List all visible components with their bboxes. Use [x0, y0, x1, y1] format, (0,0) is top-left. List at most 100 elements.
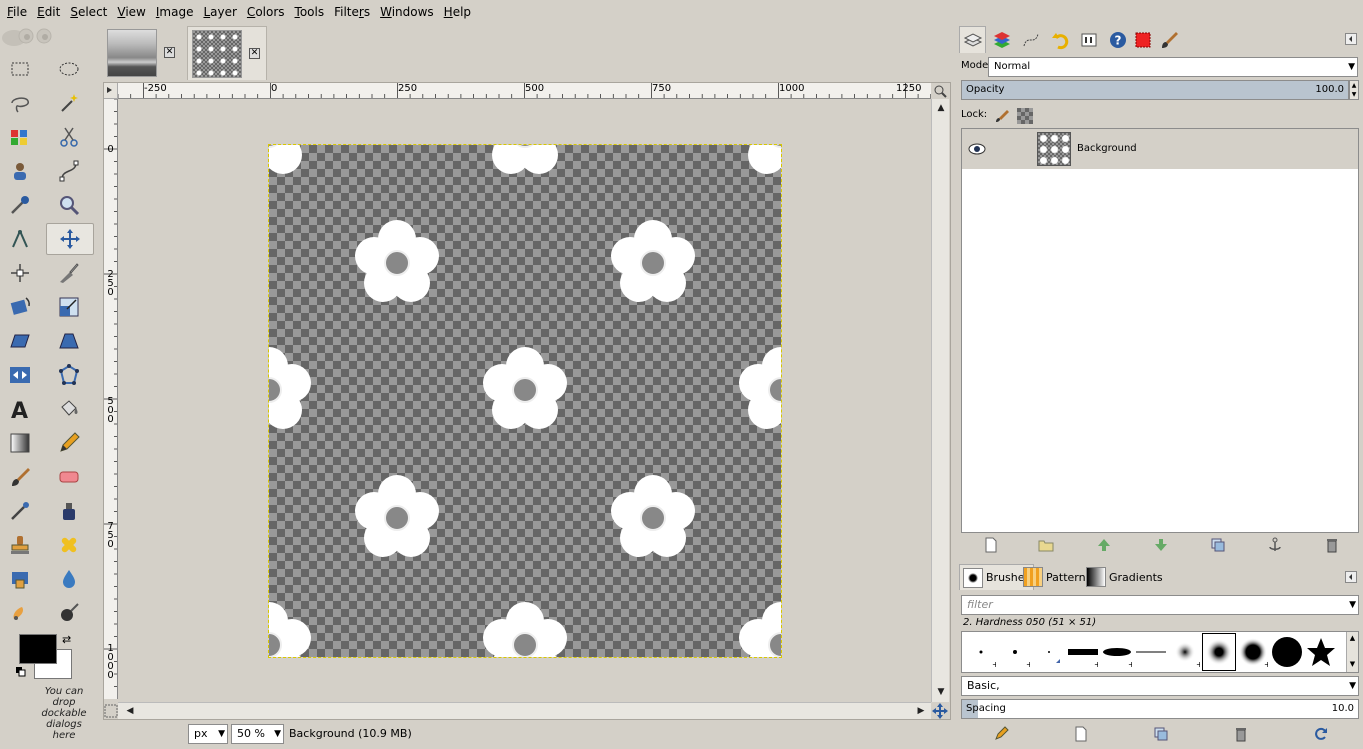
scissors-select-tool[interactable] [53, 121, 85, 153]
scroll-right-arrow[interactable]: ▶ [913, 703, 929, 719]
brush-filter-input[interactable]: filter ▼ [961, 595, 1359, 615]
brush-cell[interactable]: + [998, 633, 1032, 671]
scroll-down-arrow[interactable]: ▼ [933, 684, 949, 700]
menu-image[interactable]: Image [151, 0, 199, 24]
layers-list[interactable]: Background [961, 128, 1359, 533]
eraser-tool[interactable] [53, 461, 85, 493]
heal-tool[interactable] [53, 529, 85, 561]
close-tab-2-icon[interactable]: ✕ [249, 48, 260, 59]
reset-colors-icon[interactable] [16, 667, 26, 677]
brush-cell[interactable] [1134, 633, 1168, 671]
fuzzy-select-tool[interactable] [53, 87, 85, 119]
spacing-slider[interactable]: Spacing 10.0 [961, 699, 1359, 719]
menu-windows[interactable]: Windows [375, 0, 439, 24]
menu-tools[interactable]: Tools [290, 0, 330, 24]
dock-menu-icon[interactable] [1345, 33, 1357, 45]
image-canvas[interactable] [268, 144, 782, 658]
menu-filters[interactable]: Filters [329, 0, 375, 24]
scroll-up-arrow[interactable]: ▲ [933, 100, 949, 116]
ruler-corner-menu[interactable] [104, 83, 118, 99]
brush-cell[interactable] [1270, 633, 1304, 671]
delete-layer-icon[interactable] [1324, 537, 1340, 553]
image-tab-1[interactable]: ✕ [103, 26, 183, 80]
tab-undo-history[interactable] [1046, 26, 1073, 53]
unit-combo[interactable]: px ▼ [188, 724, 228, 744]
brush-cell[interactable] [1304, 633, 1338, 671]
horizontal-scrollbar[interactable]: ◀ ▶ [118, 702, 931, 719]
perspective-clone-tool[interactable] [4, 563, 36, 595]
lock-alpha-checker-icon[interactable] [1017, 108, 1033, 124]
airbrush-tool[interactable] [4, 495, 36, 527]
tab-tool-options[interactable] [1154, 26, 1181, 53]
brush-cell[interactable]: + [1100, 633, 1134, 671]
pencil-tool[interactable] [53, 427, 85, 459]
brush-cell[interactable]: + [1236, 633, 1270, 671]
free-select-tool[interactable] [4, 87, 36, 119]
brush-cell[interactable] [1032, 633, 1066, 671]
quick-mask-toggle[interactable] [104, 704, 118, 718]
foreground-select-tool[interactable] [4, 155, 36, 187]
vertical-scrollbar[interactable]: ▲ ▼ [931, 99, 949, 702]
shear-tool[interactable] [4, 325, 36, 357]
horizontal-ruler[interactable]: -250 0 250 500 750 1000 1250 [118, 83, 931, 99]
duplicate-layer-icon[interactable] [1210, 537, 1226, 553]
dock-menu-icon[interactable] [1345, 571, 1357, 583]
brush-cell[interactable]: + [964, 633, 998, 671]
opacity-spin-buttons[interactable]: ▲ ▼ [1349, 80, 1359, 100]
alignment-tool[interactable] [4, 257, 36, 289]
flip-tool[interactable] [4, 359, 36, 391]
brush-cell[interactable]: + [1168, 633, 1202, 671]
smudge-tool[interactable] [4, 597, 36, 629]
measure-tool[interactable] [4, 223, 36, 255]
bucket-fill-tool[interactable] [53, 393, 85, 425]
ellipse-select-tool[interactable] [53, 53, 85, 85]
zoom-image-when-window-resized-button[interactable] [933, 84, 947, 98]
brush-cell[interactable]: + [1066, 633, 1100, 671]
menu-layer[interactable]: Layer [198, 0, 241, 24]
delete-brush-icon[interactable] [1233, 726, 1249, 742]
image-tab-2[interactable]: ✕ [187, 26, 267, 80]
clone-tool[interactable] [4, 529, 36, 561]
tab-gradients[interactable]: Gradients [1083, 564, 1166, 590]
new-brush-icon[interactable] [1073, 726, 1089, 742]
paintbrush-tool[interactable] [4, 461, 36, 493]
anchor-layer-icon[interactable] [1267, 537, 1283, 553]
lower-layer-icon[interactable] [1153, 537, 1169, 553]
rect-select-tool[interactable] [4, 53, 36, 85]
lock-pixels-brush-icon[interactable] [993, 108, 1009, 124]
select-by-color-tool[interactable] [4, 121, 36, 153]
layer-row[interactable]: Background [962, 129, 1358, 169]
brush-cell-selected[interactable] [1202, 633, 1236, 671]
move-tool[interactable] [46, 223, 94, 255]
foreground-color-swatch[interactable] [19, 634, 57, 664]
menu-help[interactable]: Help [439, 0, 476, 24]
brush-preset-combo[interactable]: Basic, ▼ [961, 676, 1359, 696]
dodge-burn-tool[interactable] [53, 597, 85, 629]
menu-select[interactable]: Select [65, 0, 112, 24]
mode-combo[interactable]: Normal ▼ [988, 57, 1358, 77]
crop-tool[interactable] [53, 257, 85, 289]
paths-tool[interactable] [53, 155, 85, 187]
scroll-left-arrow[interactable]: ◀ [122, 703, 138, 719]
menu-file[interactable]: File [2, 0, 32, 24]
edit-brush-icon[interactable] [993, 726, 1009, 742]
tab-channels[interactable] [988, 26, 1015, 53]
text-tool[interactable]: A [4, 393, 36, 425]
scale-tool[interactable] [53, 291, 85, 323]
ink-tool[interactable] [53, 495, 85, 527]
close-tab-1-icon[interactable]: ✕ [164, 47, 175, 58]
tab-paths[interactable] [1017, 26, 1044, 53]
cage-transform-tool[interactable] [53, 359, 85, 391]
menu-edit[interactable]: Edit [32, 0, 65, 24]
menu-colors[interactable]: Colors [242, 0, 290, 24]
vertical-ruler[interactable]: 0 250 500 750 1000 [104, 99, 118, 699]
tab-colors[interactable] [1129, 26, 1156, 53]
refresh-brushes-icon[interactable] [1313, 726, 1329, 742]
new-layer-icon[interactable] [983, 537, 999, 553]
blend-tool[interactable] [4, 427, 36, 459]
raise-layer-icon[interactable] [1096, 537, 1112, 553]
new-layer-group-icon[interactable] [1038, 537, 1054, 553]
brush-grid[interactable]: + + + + + + ▲▼ [961, 631, 1359, 673]
tab-layers[interactable] [959, 26, 986, 53]
zoom-tool[interactable] [53, 189, 85, 221]
